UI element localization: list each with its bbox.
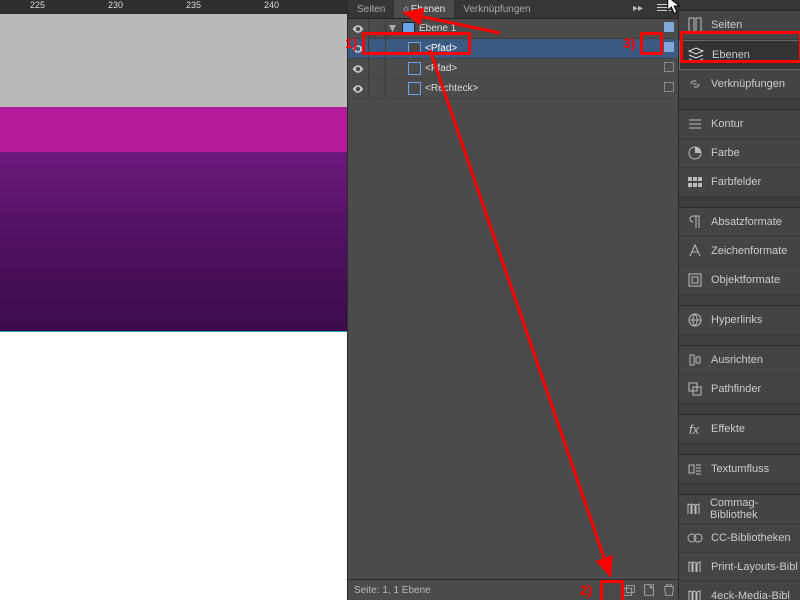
object-swatch [408, 62, 421, 75]
mouse-cursor-icon [667, 0, 683, 18]
rail-item-farbfelder[interactable]: Farbfelder [679, 168, 800, 197]
ruler-tick: 235 [186, 0, 201, 10]
selection-indicator[interactable] [659, 82, 679, 95]
lock-slot[interactable] [369, 59, 386, 78]
rail-item-cc[interactable]: CC-Bibliotheken [679, 524, 800, 553]
rail-item-objektformate[interactable]: Objektformate [679, 266, 800, 295]
ruler-tick: 240 [264, 0, 279, 10]
visibility-icon[interactable] [348, 19, 369, 38]
document-canvas[interactable] [0, 14, 347, 600]
collapse-icon[interactable]: ▸▸ [633, 3, 643, 14]
rail-topbar [679, 0, 800, 11]
textwrap-icon [685, 460, 705, 478]
visibility-icon[interactable] [348, 59, 369, 78]
tab-ebenen[interactable]: ◇Ebenen [394, 0, 454, 18]
rail-item-print[interactable]: Print-Layouts-Bibl [679, 553, 800, 582]
align-icon [685, 351, 705, 369]
stroke-icon [685, 115, 705, 133]
paragraph-styles-icon [685, 213, 705, 231]
status-text: Seite: 1, 1 Ebene [354, 585, 619, 596]
cc-libraries-icon [685, 529, 705, 547]
svg-text:fx: fx [689, 422, 700, 437]
lock-slot[interactable] [369, 19, 386, 38]
rail-item-farbe[interactable]: Farbe [679, 139, 800, 168]
swatches-icon [685, 173, 705, 191]
object-styles-icon [685, 271, 705, 289]
object-swatch [408, 42, 421, 55]
library-icon [685, 587, 705, 600]
layer-label[interactable]: <Rechteck> [425, 83, 659, 94]
right-panel-rail: Seiten Ebenen Verknüpfungen Kontur Farbe… [678, 0, 800, 600]
rail-item-commag[interactable]: Commag-Bibliothek [679, 495, 800, 524]
divider-line [0, 331, 347, 332]
visibility-icon[interactable] [348, 79, 369, 98]
ruler-tick: 230 [108, 0, 123, 10]
layer-label[interactable]: <Pfad> [425, 43, 659, 54]
visibility-icon[interactable] [348, 39, 369, 58]
rail-item-hyperlinks[interactable]: Hyperlinks [679, 306, 800, 335]
character-styles-icon [685, 242, 705, 260]
tab-verknuepfungen[interactable]: Verknüpfungen [454, 0, 539, 18]
rail-item-4eck[interactable]: 4eck-Media-Bibl [679, 582, 800, 600]
tab-seiten[interactable]: Seiten [348, 0, 394, 18]
layer-row-pfad[interactable]: <Pfad> [348, 59, 679, 79]
rail-item-absatzformate[interactable]: Absatzformate [679, 208, 800, 237]
selection-indicator[interactable] [659, 62, 679, 75]
layer-list: Ebene 1 <Pfad> <Pfad> <Rechteck> [348, 19, 679, 99]
hyperlinks-icon [685, 311, 705, 329]
rail-item-seiten[interactable]: Seiten [679, 11, 800, 40]
layers-icon [686, 46, 706, 64]
selection-indicator[interactable] [659, 22, 679, 35]
effects-icon: fx [685, 420, 705, 438]
color-icon [685, 144, 705, 162]
disclosure-triangle-icon[interactable] [386, 19, 398, 38]
purple-gradient-block[interactable] [0, 152, 347, 331]
pages-icon [685, 16, 705, 34]
new-sublayer-icon[interactable] [619, 580, 639, 600]
layer-row-pfad-selected[interactable]: <Pfad> [348, 39, 679, 59]
rail-item-pathfinder[interactable]: Pathfinder [679, 375, 800, 404]
ruler-tick: 225 [30, 0, 45, 10]
rail-item-verknuepfungen[interactable]: Verknüpfungen [679, 70, 800, 99]
library-icon [685, 558, 705, 576]
links-icon [685, 75, 705, 93]
layer-row-rechteck[interactable]: <Rechteck> [348, 79, 679, 99]
layer-row-ebene1[interactable]: Ebene 1 [348, 19, 679, 39]
lock-slot[interactable] [369, 39, 386, 58]
pathfinder-icon [685, 380, 705, 398]
rail-item-textumfluss[interactable]: Textumfluss [679, 455, 800, 484]
rail-item-effekte[interactable]: fxEffekte [679, 415, 800, 444]
color-swatch [402, 22, 415, 35]
delete-layer-icon[interactable] [659, 580, 679, 600]
lock-slot[interactable] [369, 79, 386, 98]
layer-label[interactable]: Ebene 1 [419, 23, 659, 34]
selection-indicator[interactable] [659, 42, 679, 55]
object-swatch [408, 82, 421, 95]
layer-label[interactable]: <Pfad> [425, 63, 659, 74]
rail-item-ausrichten[interactable]: Ausrichten [679, 346, 800, 375]
magenta-strip[interactable] [0, 107, 347, 152]
horizontal-ruler: 225 230 235 240 [0, 0, 347, 15]
rail-item-kontur[interactable]: Kontur [679, 110, 800, 139]
library-icon [685, 500, 704, 518]
layers-status-bar: Seite: 1, 1 Ebene [348, 579, 679, 600]
rail-item-ebenen[interactable]: Ebenen [679, 40, 800, 70]
panel-tabs: Seiten ◇Ebenen Verknüpfungen ▸▸ [348, 0, 679, 19]
rail-item-zeichenformate[interactable]: Zeichenformate [679, 237, 800, 266]
layers-panel: Seiten ◇Ebenen Verknüpfungen ▸▸ Ebene 1 … [347, 0, 680, 600]
new-layer-icon[interactable] [639, 580, 659, 600]
